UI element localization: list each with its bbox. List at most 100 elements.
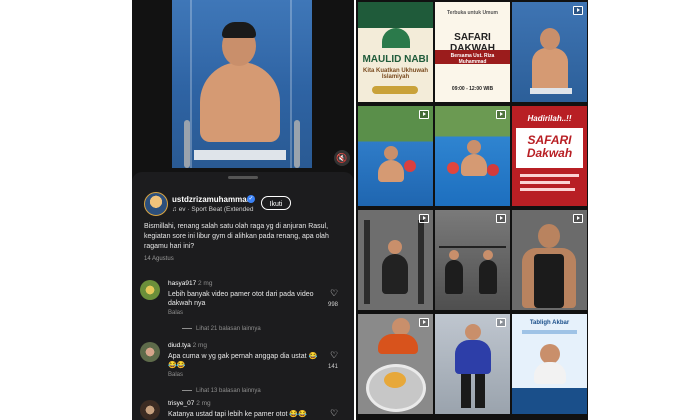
audio-track[interactable]: ♫ ev · Sport Beat (Extended [172,206,253,213]
ladder-step [194,150,286,160]
person-body [382,254,408,294]
avatar[interactable] [140,342,160,362]
poster-title: Tabligh Akbar [529,320,570,326]
reel-icon [419,214,429,223]
reel-video[interactable] [172,0,312,168]
child-swimmer [404,160,416,172]
person-leg [461,374,471,408]
person-leg [475,374,485,408]
ladder-step [530,88,572,94]
heart-icon[interactable]: ♡ [330,408,338,419]
child-swimmer [487,164,499,176]
grid-post-gym-3[interactable] [512,210,587,310]
grid-post-pool[interactable] [512,2,587,102]
poster-title: Hadirilah..!! [527,114,572,123]
swimmer-head [384,146,398,160]
grid-post-gym-1[interactable] [358,210,433,310]
poster-headline: SAFARI Dakwah [526,133,573,160]
grid-post-pool-family[interactable] [435,106,510,206]
reel-icon [419,110,429,119]
poster-text-line [520,174,579,177]
gym-bar [439,246,506,248]
post-caption: Bismillahi, renang salah satu olah raga … [144,223,329,250]
person-head [483,250,493,260]
verified-icon: ✓ [247,195,255,203]
poster-speaker: Bersama Ust. Riza Muhammad [450,53,495,65]
swimmer-torso [532,48,568,92]
comment-text: Apa cuma w yg gak pernah anggap dia usta… [168,353,318,369]
avatar[interactable] [140,400,160,420]
reply-button[interactable]: Balas [168,372,183,378]
grid-post-tabligh[interactable]: Tabligh Akbar [512,314,587,414]
swimmer-hair [222,22,256,38]
swimmer-head [540,28,560,50]
person-body [445,260,463,294]
poster-text-line [522,330,577,334]
pool-lane [290,0,292,168]
reel-icon [496,318,506,327]
grid-post-gym-2[interactable] [435,210,510,310]
swimmer-head [467,140,481,154]
swimmer-torso [378,160,404,182]
speaker-body [534,362,566,384]
grid-post-gym-5[interactable] [435,314,510,414]
sheet-handle[interactable] [228,176,258,179]
swimmer-torso [200,62,280,142]
reel-icon [496,214,506,223]
reel-icon [496,110,506,119]
post-date: 14 Agustus [144,256,174,262]
poster-top: Terbuka untuk Umum [446,10,499,16]
profile-grid: MAULID NABI Kita Kuatkan Ukhuwah Islamiy… [356,0,588,420]
comment-username[interactable]: hasya917 2 mg [168,280,212,287]
reply-button[interactable]: Balas [168,310,183,316]
tank-top [534,254,564,308]
ladder-rail [184,120,190,168]
avatar[interactable] [140,280,160,300]
comments-sheet: ustdzrizamuhammad ✓ ♫ ev · Sport Beat (E… [132,172,354,420]
gym-rack [364,220,370,304]
grid-post-hadirilah[interactable]: Hadirilah..!! SAFARI Dakwah [512,106,587,206]
grid-post-gym-4[interactable] [358,314,433,414]
follow-button[interactable]: Ikuti [261,196,291,210]
post-username[interactable]: ustdzrizamuhammad [172,195,252,204]
food [384,372,406,388]
grid-post-maulid[interactable]: MAULID NABI Kita Kuatkan Ukhuwah Islamiy… [358,2,433,102]
reel-post-panel: 🔇 ustdzrizamuhammad ✓ ♫ ev · Sport Beat … [132,0,354,420]
comment-text: Lebih banyak video pamer otot dari pada … [168,291,314,307]
heart-icon[interactable]: ♡ [330,288,338,299]
ladder-rail [294,120,300,168]
person-body [455,340,491,374]
person-head [449,250,459,260]
speaker-off-icon[interactable]: 🔇 [334,150,350,166]
comment-text: Katanya ustad tapi lebih ke pamer otot 😂… [168,411,307,418]
speaker-photo [540,344,560,364]
view-replies-link[interactable]: Lihat 13 balasan lainnya [182,388,261,394]
like-count: 998 [328,302,339,308]
view-replies-link[interactable]: Lihat 21 balasan lainnya [182,326,261,332]
like-count: 141 [328,364,339,370]
person-head [538,224,560,248]
grid-post-safari-dakwah[interactable]: Terbuka untuk Umum SAFARI DAKWAH Bersama… [435,2,510,102]
reel-icon [573,214,583,223]
heart-icon[interactable]: ♡ [330,350,338,361]
person-head [465,324,481,340]
poster-subtitle: Kita Kuatkan Ukhuwah Islamiyah [362,68,428,80]
person-body [378,334,418,354]
comment-username[interactable]: diud.tya 2 mg [168,342,207,349]
poster-banner [358,2,433,28]
reel-icon [573,6,583,15]
poster-title: MAULID NABI [362,54,429,65]
music-note-icon: ♫ [172,206,177,213]
person-body [479,260,497,294]
mosque-icon [382,28,410,48]
gym-rack [418,220,424,304]
poster-text-line [520,181,570,184]
audio-track-label: ev · Sport Beat (Extended [178,206,254,213]
poster-text-line [520,188,575,191]
grid-post-pool-kids[interactable] [358,106,433,206]
poster-badge [372,86,418,94]
avatar[interactable] [144,192,168,216]
child-swimmer [447,162,459,174]
comment-username[interactable]: trisye_07 2 mg [168,400,211,407]
pool-lane [190,0,192,168]
